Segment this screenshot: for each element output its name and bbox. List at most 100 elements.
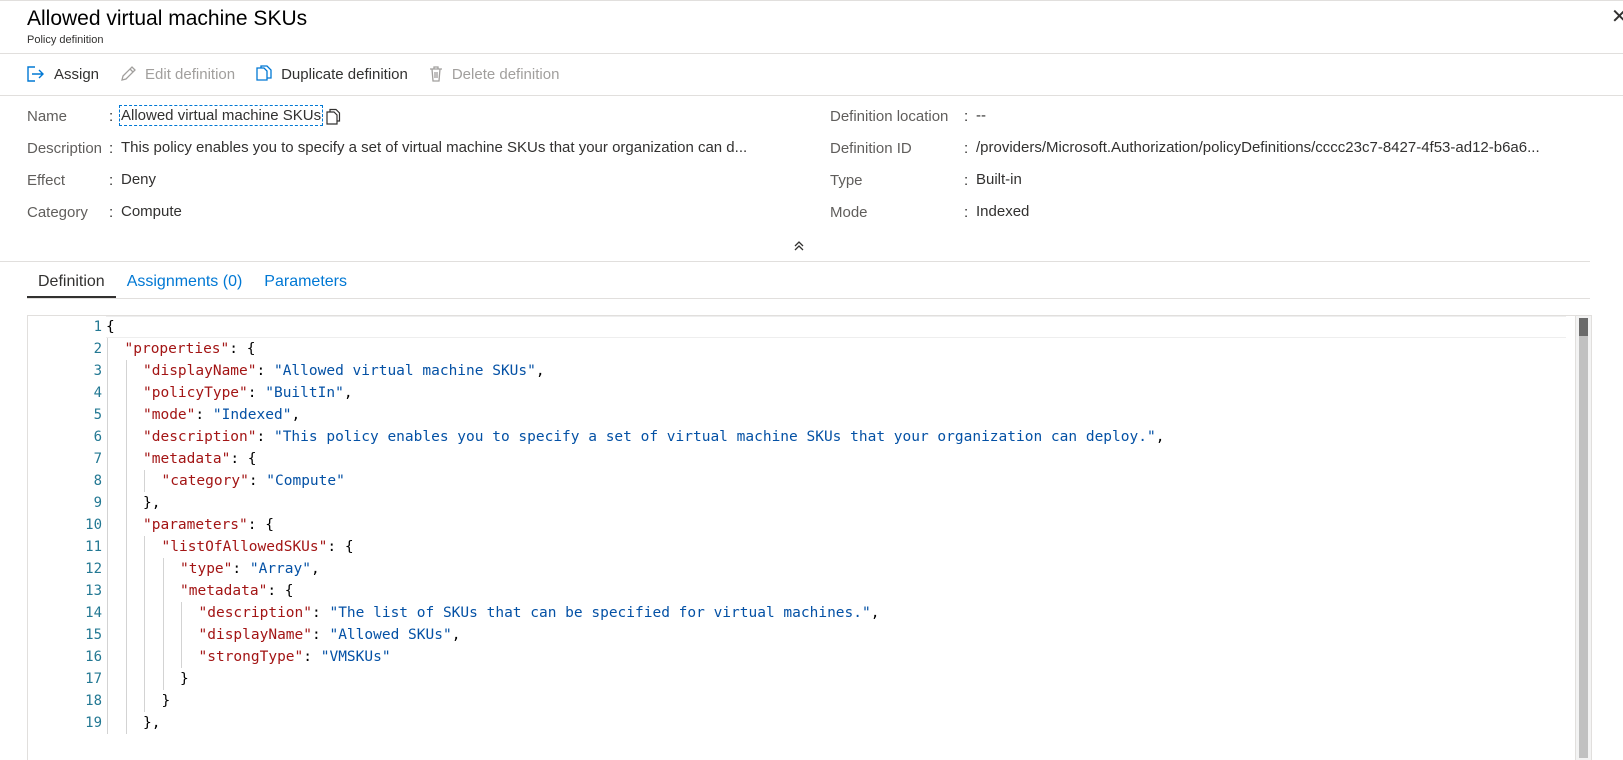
line-number: 10 bbox=[85, 517, 102, 533]
duplicate-definition-button[interactable]: Duplicate definition bbox=[245, 60, 418, 88]
code-line: "displayName": "Allowed virtual machine … bbox=[143, 360, 545, 382]
json-punctuation-token: , bbox=[451, 627, 461, 643]
type-separator: : bbox=[964, 172, 969, 189]
name-value[interactable]: Allowed virtual machine SKUs bbox=[118, 105, 324, 126]
json-punctuation-token: : { bbox=[267, 583, 294, 599]
json-punctuation-token: : bbox=[232, 561, 250, 577]
type-label: Type bbox=[830, 172, 863, 189]
code-line: "listOfAllowedSKUs": { bbox=[162, 536, 354, 558]
definition-id-separator: : bbox=[964, 140, 969, 157]
edit-definition-button[interactable]: Edit definition bbox=[109, 60, 245, 88]
tab-strip: Definition Assignments (0) Parameters bbox=[27, 270, 358, 298]
json-key-token: "policyType" bbox=[143, 385, 248, 401]
scrollbar-position-marker bbox=[1579, 318, 1588, 336]
line-number: 6 bbox=[93, 429, 102, 445]
json-punctuation-token: : bbox=[312, 627, 330, 643]
code-line: "displayName": "Allowed SKUs", bbox=[199, 624, 461, 646]
json-punctuation-token: }, bbox=[143, 495, 161, 511]
json-string-token: "This policy enables you to specify a se… bbox=[273, 429, 1156, 445]
json-key-token: "description" bbox=[143, 429, 257, 445]
category-label: Category bbox=[27, 204, 88, 221]
close-icon[interactable]: ✕ bbox=[1611, 6, 1623, 28]
json-key-token: "properties" bbox=[124, 341, 230, 357]
current-line-highlight bbox=[106, 316, 1566, 338]
json-punctuation-token: : { bbox=[327, 539, 354, 555]
json-punctuation-token: : bbox=[312, 605, 330, 621]
blade-top-border bbox=[0, 0, 1623, 1]
json-string-token: "Array" bbox=[249, 561, 311, 577]
assign-button[interactable]: Assign bbox=[16, 60, 109, 88]
assign-label: Assign bbox=[54, 65, 100, 83]
editor-vertical-scrollbar[interactable] bbox=[1575, 316, 1591, 760]
json-punctuation-token: : bbox=[247, 385, 266, 401]
definition-location-separator: : bbox=[964, 108, 969, 125]
description-value: This policy enables you to specify a set… bbox=[121, 139, 748, 156]
code-line: } bbox=[162, 690, 171, 712]
scrollbar-thumb[interactable] bbox=[1579, 318, 1588, 758]
json-punctuation-token: , bbox=[291, 407, 301, 423]
line-number: 4 bbox=[93, 385, 102, 401]
effect-label: Effect bbox=[27, 172, 66, 189]
json-key-token: "mode" bbox=[143, 407, 196, 423]
page-title: Allowed virtual machine SKUs bbox=[27, 7, 308, 30]
definition-location-value: -- bbox=[976, 107, 986, 124]
json-editor[interactable]: 1 2 3 4 5 6 7 8 9 10 11 12 13 14 15 16 17 18 19 {"properti… bbox=[27, 315, 1592, 760]
json-punctuation-token: : bbox=[256, 429, 274, 445]
json-punctuation-token: : { bbox=[230, 451, 257, 467]
json-punctuation-token: , bbox=[310, 561, 320, 577]
code-line: "metadata": { bbox=[143, 448, 257, 470]
json-key-token: "type" bbox=[180, 561, 233, 577]
json-key-token: "parameters" bbox=[143, 517, 248, 533]
json-punctuation-token: } bbox=[180, 671, 189, 687]
line-number: 2 bbox=[93, 341, 102, 357]
definition-id-label: Definition ID bbox=[830, 140, 912, 157]
json-punctuation-token: }, bbox=[143, 715, 161, 731]
json-punctuation-token: } bbox=[161, 693, 171, 709]
indent-guide bbox=[144, 470, 145, 492]
effect-value: Deny bbox=[121, 171, 157, 188]
tab-definition[interactable]: Definition bbox=[27, 270, 116, 298]
line-number: 15 bbox=[85, 627, 102, 643]
line-number: 5 bbox=[93, 407, 102, 423]
json-key-token: "strongType" bbox=[198, 649, 304, 665]
assign-icon bbox=[27, 66, 44, 82]
code-line: } bbox=[180, 668, 189, 690]
tab-assignments[interactable]: Assignments (0) bbox=[116, 270, 254, 298]
json-key-token: "displayName" bbox=[143, 363, 257, 379]
name-separator: : bbox=[109, 108, 114, 125]
trash-icon bbox=[429, 66, 442, 82]
json-punctuation-token: , bbox=[870, 605, 880, 621]
code-line: "properties": { bbox=[125, 338, 256, 360]
line-number: 7 bbox=[93, 451, 102, 467]
line-number: 19 bbox=[85, 715, 102, 731]
line-number: 8 bbox=[93, 473, 102, 489]
json-punctuation-token: : { bbox=[229, 341, 256, 357]
json-key-token: "displayName" bbox=[198, 627, 313, 643]
copy-icon[interactable] bbox=[324, 108, 342, 126]
mode-value: Indexed bbox=[976, 203, 1030, 220]
code-line: "description": "This policy enables you … bbox=[143, 426, 1164, 448]
mode-separator: : bbox=[964, 204, 969, 221]
code-line: }, bbox=[143, 492, 160, 514]
collapse-essentials-icon[interactable] bbox=[793, 240, 805, 252]
tab-parameters[interactable]: Parameters bbox=[253, 270, 358, 298]
line-number: 13 bbox=[85, 583, 102, 599]
indent-guide bbox=[181, 602, 182, 668]
delete-definition-button[interactable]: Delete definition bbox=[418, 60, 570, 88]
json-punctuation-token: : bbox=[248, 473, 267, 489]
json-string-token: "The list of SKUs that can be specified … bbox=[329, 605, 871, 621]
json-key-token: "metadata" bbox=[143, 451, 231, 467]
json-punctuation-token: : bbox=[256, 363, 274, 379]
pencil-icon bbox=[121, 66, 136, 81]
json-string-token: "Allowed virtual machine SKUs" bbox=[273, 363, 536, 379]
definition-location-label: Definition location bbox=[830, 108, 949, 125]
code-line: "strongType": "VMSKUs" bbox=[199, 646, 391, 668]
page-subtitle: Policy definition bbox=[27, 34, 104, 46]
code-area[interactable]: {"properties": {"displayName": "Allowed … bbox=[106, 316, 1566, 760]
description-separator: : bbox=[109, 140, 114, 157]
toolbar-divider bbox=[0, 95, 1623, 96]
json-string-token: "Indexed" bbox=[212, 407, 292, 423]
indent-guide bbox=[144, 536, 145, 712]
code-line: "policyType": "BuiltIn", bbox=[143, 382, 353, 404]
line-number: 1 bbox=[93, 319, 102, 335]
